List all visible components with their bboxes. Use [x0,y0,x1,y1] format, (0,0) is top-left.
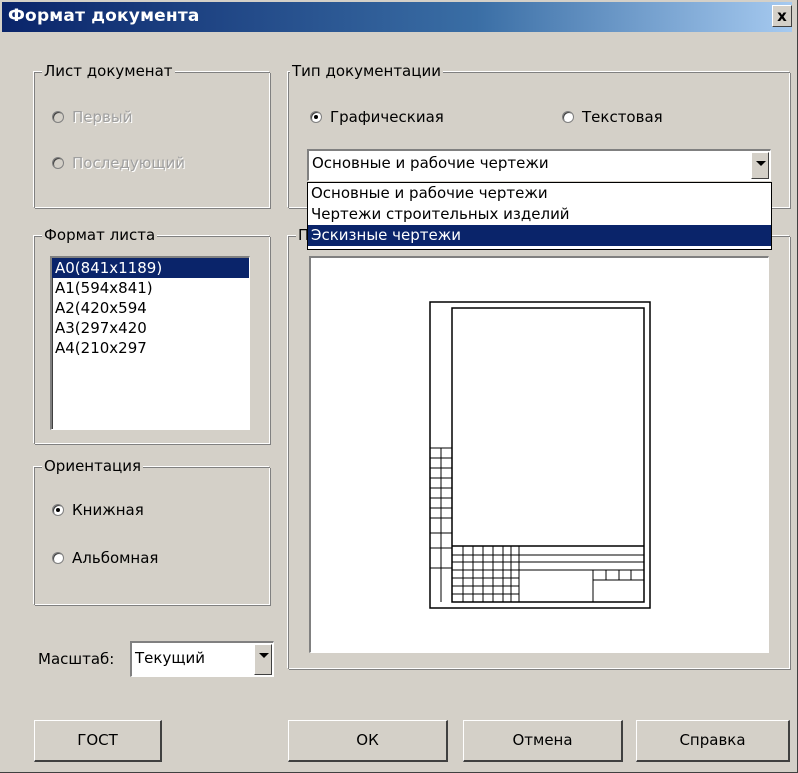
radio-text[interactable]: Текстовая [562,108,663,126]
cancel-button[interactable]: Отмена [463,720,623,762]
doc-type-group-legend: Тип документации [290,62,443,80]
format-item-a3[interactable]: А3(297х420 [52,318,249,338]
radio-portrait-label: Книжная [72,501,144,519]
title-bar[interactable]: Формат документа x [2,2,792,32]
radio-portrait[interactable]: Книжная [52,501,144,519]
window-title: Формат документа [8,6,200,26]
dropdown-option-building[interactable]: Чертежи строительных изделий [308,204,771,225]
sheet-preview [309,256,769,653]
chevron-down-icon[interactable] [751,152,769,179]
radio-graphic-button[interactable] [310,111,322,123]
doc-type-dropdown-list[interactable]: Основные и рабочие чертежи Чертежи строи… [307,182,772,250]
radio-portrait-button[interactable] [52,504,64,516]
radio-first-button[interactable] [52,111,64,123]
dropdown-option-main[interactable]: Основные и рабочие чертежи [308,183,771,204]
radio-first[interactable]: Первый [52,108,132,126]
drawing-sheet-preview [429,301,651,609]
close-icon: x [777,7,787,25]
radio-landscape-button[interactable] [52,552,64,564]
radio-next[interactable]: Последующий [52,154,185,172]
radio-next-label: Последующий [72,154,186,172]
radio-graphic[interactable]: Графическиая [310,108,444,126]
scale-combo-value: Текущий [135,649,205,667]
scale-combo[interactable]: Текущий [130,641,274,677]
format-item-a1[interactable]: А1(594х841) [52,278,249,298]
gost-button[interactable]: ГОСТ [34,720,162,762]
dropdown-option-sketch[interactable]: Эскизные чертежи [308,225,771,246]
scale-chevron-down-icon[interactable] [254,644,272,675]
format-dialog: Формат документа x Лист докуменат Первый… [0,0,798,773]
format-item-a4[interactable]: А4(210х297 [52,338,249,358]
radio-next-button[interactable] [52,157,64,169]
doc-type-combo-value: Основные и рабочие чертежи [312,154,549,172]
radio-graphic-label: Графическиая [330,108,444,126]
help-button[interactable]: Справка [636,720,790,762]
format-group-legend: Формат листа [42,226,158,244]
format-item-a0[interactable]: А0(841х1189) [52,258,249,278]
close-button[interactable]: x [772,5,792,27]
radio-text-button[interactable] [562,111,574,123]
format-list[interactable]: А0(841х1189) А1(594х841) А2(420х594 А3(2… [50,256,250,430]
doc-type-combo[interactable]: Основные и рабочие чертежи [307,149,771,181]
ok-button[interactable]: ОК [288,720,448,762]
radio-landscape[interactable]: Альбомная [52,549,158,567]
orientation-group: Ориентация Книжная Альбомная [34,457,270,605]
radio-landscape-label: Альбомная [72,549,159,567]
radio-first-label: Первый [72,108,133,126]
scale-label: Масштаб: [38,650,115,668]
radio-text-label: Текстовая [582,108,663,126]
sheet-group-legend: Лист докуменат [42,62,175,80]
orientation-group-legend: Ориентация [42,457,144,475]
sheet-group: Лист докуменат Первый Последующий [34,62,270,208]
format-item-a2[interactable]: А2(420х594 [52,298,249,318]
